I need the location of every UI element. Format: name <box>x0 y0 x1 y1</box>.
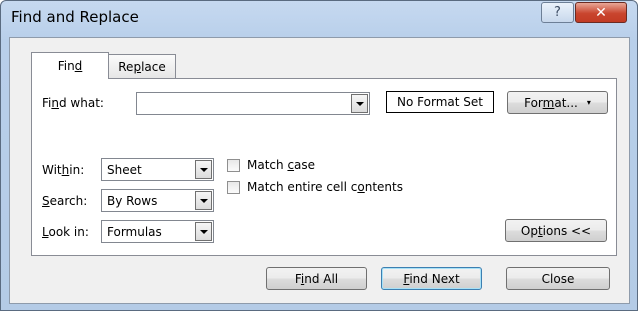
find-all-button[interactable]: Find All <box>266 267 367 290</box>
match-case-label[interactable]: Match case <box>247 158 315 172</box>
format-button-label: Format... <box>524 95 578 110</box>
search-label: Search: <box>42 194 88 208</box>
close-button[interactable]: Close <box>506 267 610 290</box>
chevron-down-icon <box>199 167 208 172</box>
search-dropdown-button[interactable] <box>195 191 212 210</box>
look-in-label: Look in: <box>42 225 89 239</box>
within-select[interactable]: Sheet <box>101 158 214 181</box>
find-what-dropdown-button[interactable] <box>351 94 368 113</box>
find-next-label: Find Next <box>403 271 460 286</box>
within-value: Sheet <box>107 163 142 177</box>
tab-replace-label: Replace <box>118 59 166 74</box>
find-what-label: Find what: <box>42 96 104 110</box>
dialog-title: Find and Replace <box>11 8 139 26</box>
find-replace-dialog: Find and Replace ? ✕ Replace Find Find w… <box>0 0 638 311</box>
format-button[interactable]: Format... ▾ <box>507 91 608 114</box>
look-in-dropdown-button[interactable] <box>195 222 212 241</box>
title-bar[interactable]: Find and Replace ? ✕ <box>1 1 637 37</box>
search-value: By Rows <box>107 194 158 208</box>
options-button[interactable]: Options << <box>505 219 607 242</box>
match-entire-cell-label[interactable]: Match entire cell contents <box>247 180 403 194</box>
match-case-checkbox[interactable] <box>227 159 240 172</box>
within-dropdown-button[interactable] <box>195 160 212 179</box>
chevron-down-icon: ▾ <box>586 98 591 107</box>
find-next-button[interactable]: Find Next <box>381 267 482 290</box>
format-status-text: No Format Set <box>397 95 483 109</box>
help-icon: ? <box>554 5 561 20</box>
chevron-down-icon <box>199 229 208 234</box>
close-window-button[interactable]: ✕ <box>575 2 627 23</box>
find-all-label: Find All <box>294 271 339 286</box>
chevron-down-icon <box>199 198 208 203</box>
chevron-down-icon <box>355 101 364 106</box>
tab-find[interactable]: Find <box>31 52 109 79</box>
find-tab-panel: Find what: No Format Set Format... ▾ Wit… <box>31 78 617 256</box>
options-button-label: Options << <box>520 223 592 238</box>
close-button-label: Close <box>541 271 575 286</box>
format-status-label: No Format Set <box>386 91 494 113</box>
look-in-value: Formulas <box>107 225 162 239</box>
tab-find-label: Find <box>57 59 83 73</box>
within-label: Within: <box>42 163 85 177</box>
look-in-select[interactable]: Formulas <box>101 220 214 243</box>
find-what-combo[interactable] <box>136 92 370 115</box>
help-button[interactable]: ? <box>541 2 574 23</box>
dialog-body: Replace Find Find what: No Format Set Fo… <box>9 37 630 304</box>
tab-replace[interactable]: Replace <box>108 54 176 78</box>
close-icon: ✕ <box>595 4 607 21</box>
match-entire-cell-checkbox[interactable] <box>227 181 240 194</box>
search-select[interactable]: By Rows <box>101 189 214 212</box>
